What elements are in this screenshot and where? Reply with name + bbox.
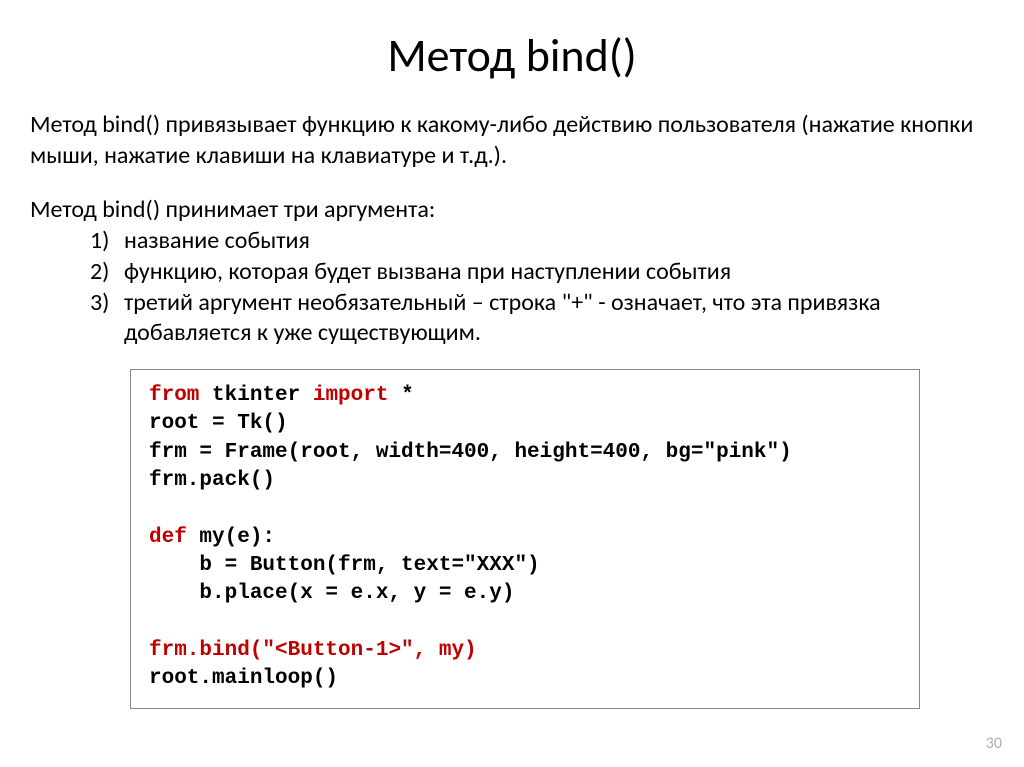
- arguments-intro: Метод bind() принимает три аргумента:: [30, 195, 994, 226]
- code-text: tkinter: [199, 384, 312, 407]
- code-text: *: [388, 384, 413, 407]
- page-number: 30: [986, 734, 1002, 753]
- slide-title: Метод bind(): [30, 28, 994, 84]
- code-keyword: import: [313, 384, 389, 407]
- list-item: третий аргумент необязательный – строка …: [90, 288, 994, 349]
- list-item: название события: [90, 226, 994, 257]
- code-line-highlight: frm.bind("<Button-1>", my): [149, 639, 477, 662]
- code-line: b = Button(frm, text="XXX"): [149, 554, 540, 577]
- code-line: frm = Frame(root, width=400, height=400,…: [149, 441, 792, 464]
- code-line: b.place(x = e.x, y = e.y): [149, 582, 514, 605]
- arguments-list: название события функцию, которая будет …: [90, 226, 994, 349]
- code-keyword: def: [149, 526, 187, 549]
- list-item: функцию, которая будет вызвана при насту…: [90, 257, 994, 288]
- code-example: from tkinter import * root = Tk() frm = …: [130, 369, 920, 709]
- code-keyword: from: [149, 384, 199, 407]
- code-line: frm.pack(): [149, 469, 275, 492]
- code-line: root.mainloop(): [149, 667, 338, 690]
- code-text: my(e):: [187, 526, 275, 549]
- code-line: root = Tk(): [149, 412, 288, 435]
- paragraph-description: Метод bind() привязывает функцию к каком…: [30, 110, 994, 171]
